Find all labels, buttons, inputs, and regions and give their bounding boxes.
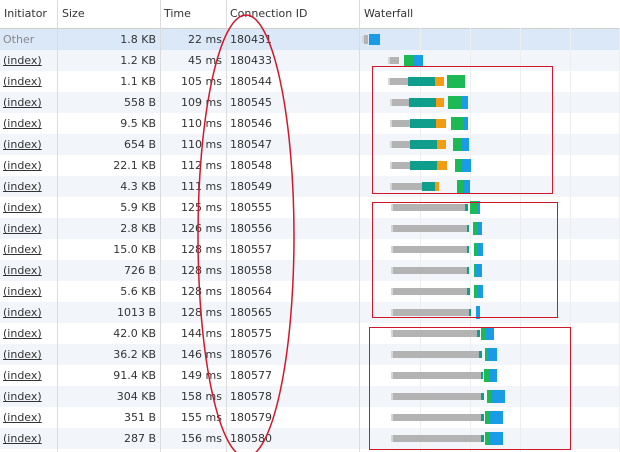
red-ellipse-annotation — [197, 14, 295, 452]
waterfall-highlight-box-1 — [372, 66, 553, 194]
waterfall-highlight-box-3 — [369, 327, 571, 450]
waterfall-highlight-box-2 — [372, 202, 558, 318]
